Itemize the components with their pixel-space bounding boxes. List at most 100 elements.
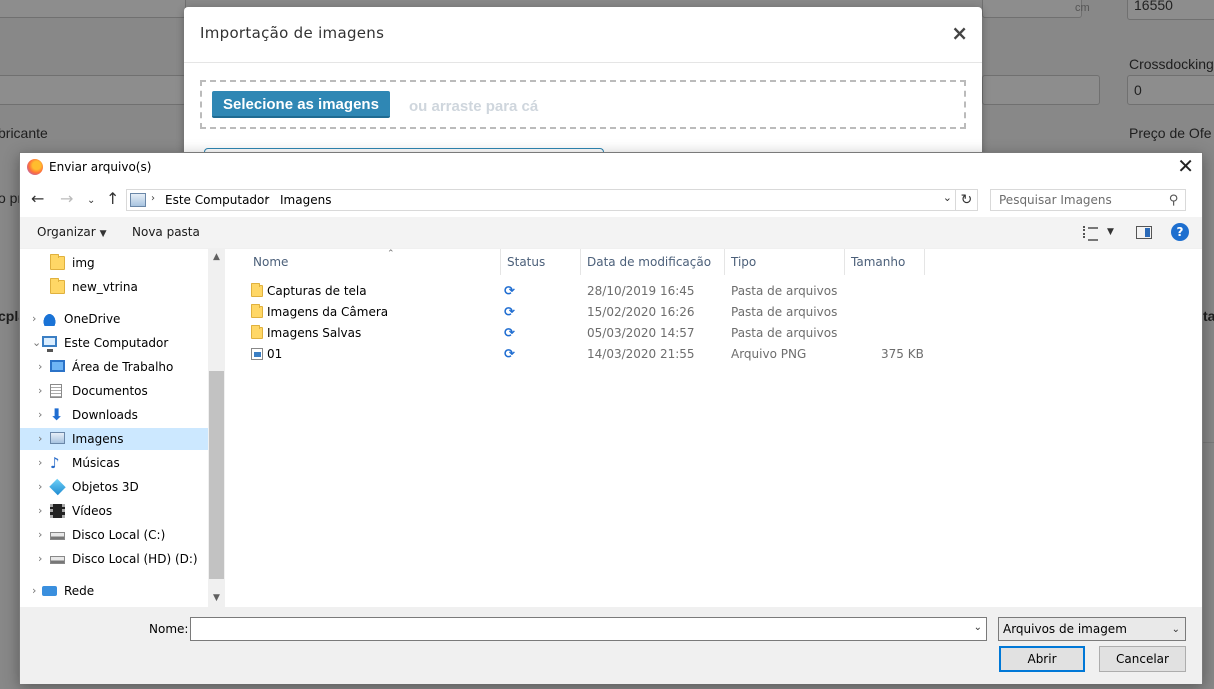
sidebar-item-m-sicas[interactable]: › ♪ Músicas (20, 452, 208, 474)
back-arrow-icon[interactable]: ← (31, 190, 44, 208)
sidebar-item-documentos[interactable]: › Documentos (20, 380, 208, 402)
navigation-bar: ← → ⌄ ↑ › Este Computador › Imagens ⌄ ↻ … (20, 181, 1202, 217)
chevron-right-icon[interactable]: › (38, 500, 42, 522)
chevron-right-icon[interactable]: › (38, 404, 42, 426)
file-row[interactable]: Imagens Salvas ⟳ 05/03/2020 14:57 Pasta de … (246, 323, 926, 344)
chevron-right-icon[interactable]: › (38, 476, 42, 498)
sidebar-item-v-deos[interactable]: › Vídeos (20, 500, 208, 522)
select-images-button[interactable]: Selecione as imagens (212, 91, 390, 118)
file-row[interactable]: Imagens da Câmera ⟳ 15/02/2020 16:26 Pasta … (246, 302, 926, 323)
bg-input-row2 (0, 75, 186, 105)
sidebar-item-onedrive[interactable]: › OneDrive (20, 308, 208, 330)
folder-icon (50, 254, 65, 270)
column-header-status[interactable]: Status (501, 249, 581, 275)
column-header-type[interactable]: Tipo (725, 249, 845, 275)
modal-title: Importação de imagens (200, 24, 385, 42)
bg-input-width (982, 0, 1082, 18)
column-header-date[interactable]: Data de modificação (581, 249, 725, 275)
cancel-button[interactable]: Cancelar (1099, 646, 1186, 672)
preview-pane-icon[interactable] (1136, 226, 1152, 239)
caret-down-icon: ▼ (99, 229, 107, 239)
file-type: Pasta de arquivos (731, 305, 838, 319)
breadcrumb-separator-icon[interactable]: › (265, 193, 269, 204)
bg-label-side3: ta (1203, 308, 1214, 324)
sort-ascending-icon: ⌃ (387, 249, 395, 259)
file-row[interactable]: 01 ⟳ 14/03/2020 21:55 Arquivo PNG 375 KB (246, 344, 926, 365)
scroll-down-arrow-icon[interactable]: ▼ (208, 590, 225, 607)
breadcrumb-imagens[interactable]: Imagens (280, 193, 331, 207)
chevron-down-icon[interactable]: ⌄ (32, 332, 41, 354)
sidebar-item-objetos-3d[interactable]: › Objetos 3D (20, 476, 208, 498)
dialog-close-button[interactable]: ✕ (1177, 156, 1194, 176)
chevron-right-icon[interactable]: › (32, 580, 36, 602)
sidebar-item-imagens[interactable]: › Imagens (20, 428, 208, 450)
file-list: Nome ⌃ Status Data de modificação Tipo T… (226, 249, 1202, 607)
organize-menu-button[interactable]: Organizar ▼ (37, 225, 107, 239)
scroll-up-arrow-icon[interactable]: ▲ (208, 249, 225, 266)
search-box[interactable]: ⚲ (990, 189, 1186, 211)
sidebar-item-este-computador[interactable]: ⌄ Este Computador (20, 332, 208, 354)
search-icon[interactable]: ⚲ (1169, 193, 1179, 208)
column-header-name[interactable]: Nome ⌃ (247, 249, 501, 275)
sync-icon: ⟳ (504, 326, 515, 341)
file-row[interactable]: Capturas de tela ⟳ 28/10/2019 16:45 Pasta d… (246, 281, 926, 302)
sidebar-item-disco-local-c-[interactable]: › Disco Local (C:) (20, 524, 208, 546)
sidebar-item-downloads[interactable]: › ⬇ Downloads (20, 404, 208, 426)
sidebar-item-img[interactable]: img (20, 252, 208, 274)
file-type-chevron-icon: ⌄ (1171, 624, 1180, 635)
view-options-caret-icon[interactable]: ▼ (1107, 227, 1114, 237)
sidebar-item-rede[interactable]: › Rede (20, 580, 208, 602)
download-icon: ⬇ (50, 405, 64, 424)
firefox-icon (27, 159, 43, 175)
sidebar-item-disco-local-hd-d-[interactable]: › Disco Local (HD) (D:) (20, 548, 208, 570)
modal-close-button[interactable]: × (951, 23, 968, 43)
chevron-right-icon[interactable]: › (38, 524, 42, 546)
tree-scrollbar[interactable]: ▲ ▼ (208, 249, 225, 607)
sidebar-item--rea-de-trabalho[interactable]: › Área de Trabalho (20, 356, 208, 378)
view-options-icon[interactable] (1083, 226, 1098, 241)
folder-icon (251, 283, 263, 297)
file-name-input[interactable] (195, 621, 955, 635)
sidebar-item-label: Rede (64, 584, 95, 598)
chevron-right-icon[interactable]: › (38, 380, 42, 402)
chevron-right-icon[interactable]: › (38, 428, 42, 450)
drive-icon (50, 532, 65, 540)
chevron-right-icon[interactable]: › (38, 356, 42, 378)
column-header-size[interactable]: Tamanho (845, 249, 925, 275)
breadcrumb-separator-icon[interactable]: › (151, 193, 155, 204)
file-type-select[interactable]: Arquivos de imagem ⌄ (998, 617, 1186, 641)
chevron-right-icon[interactable]: › (32, 308, 36, 330)
address-dropdown-chevron-icon[interactable]: ⌄ (943, 191, 952, 204)
sidebar-item-new-vtrina[interactable]: new_vtrina (20, 276, 208, 298)
column-header-name-label: Nome (253, 255, 289, 269)
address-bar[interactable]: › Este Computador › Imagens ⌄ ↻ (126, 189, 978, 211)
drive-icon (50, 556, 65, 564)
new-folder-button[interactable]: Nova pasta (132, 225, 200, 239)
bg-input-crossdocking: 0 (1127, 75, 1214, 105)
refresh-icon[interactable]: ↻ (955, 190, 977, 210)
help-icon[interactable]: ? (1171, 223, 1189, 241)
file-type: Arquivo PNG (731, 347, 807, 361)
documents-icon (50, 384, 62, 398)
sidebar-item-label: Disco Local (HD) (D:) (72, 552, 198, 566)
file-name-dropdown-chevron-icon[interactable]: ⌄ (974, 622, 982, 633)
forward-arrow-icon[interactable]: → (60, 190, 73, 208)
up-arrow-icon[interactable]: ↑ (106, 190, 119, 208)
breadcrumb-este-computador[interactable]: Este Computador (165, 193, 269, 207)
recent-locations-chevron-icon[interactable]: ⌄ (87, 192, 95, 210)
dialog-footer: Nome: ⌄ Arquivos de imagem ⌄ Abrir Cance… (20, 607, 1202, 684)
video-icon (50, 504, 65, 518)
image-dropzone[interactable]: Selecione as imagens ou arraste para cá (200, 80, 966, 129)
chevron-right-icon[interactable]: › (38, 548, 42, 570)
scrollbar-thumb[interactable] (209, 371, 224, 579)
chevron-right-icon[interactable]: › (38, 452, 42, 474)
search-input[interactable] (999, 193, 1159, 207)
bg-input-row2b (982, 75, 1100, 105)
bg-label-preco: Preço de Ofe (1129, 125, 1212, 141)
open-button[interactable]: Abrir (999, 646, 1085, 672)
file-size: 375 KB (881, 347, 924, 361)
file-name-combobox[interactable]: ⌄ (190, 617, 987, 641)
3d-objects-icon (49, 478, 66, 496)
images-location-icon (130, 193, 146, 207)
sidebar-item-label: Imagens (72, 432, 124, 446)
